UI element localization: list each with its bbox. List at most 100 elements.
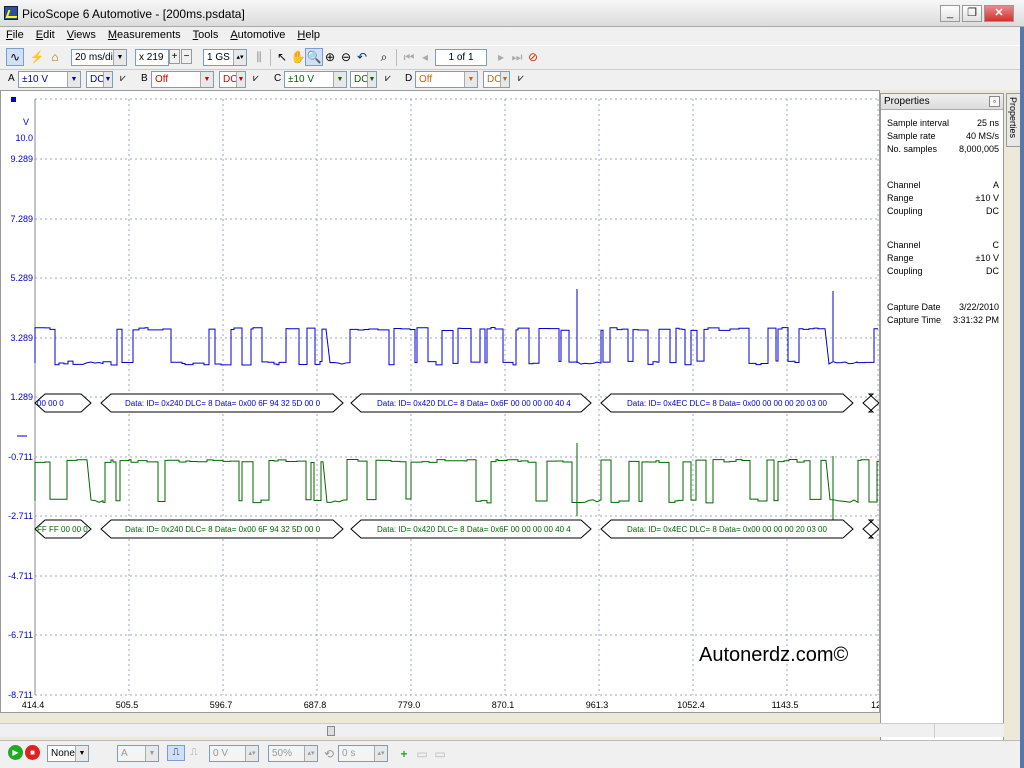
- menu-help[interactable]: Help: [291, 27, 326, 43]
- zoom-plus-button[interactable]: +: [169, 49, 180, 64]
- x-tick-label: 12: [871, 700, 879, 710]
- property-row: Capture Date 3/22/2010: [887, 302, 999, 314]
- undo-zoom-icon[interactable]: ↶: [353, 48, 371, 66]
- property-row: Coupling DC: [887, 206, 999, 218]
- channel-d-options-icon[interactable]: ⩗: [512, 71, 530, 87]
- x-tick-label: 961.3: [586, 700, 609, 710]
- y-tick-label: 10.0: [15, 133, 33, 143]
- channel-a-label: A: [8, 73, 15, 84]
- auto-setup-icon[interactable]: ⚡: [28, 48, 46, 66]
- property-key: Capture Date: [887, 302, 941, 312]
- pretrigger-field[interactable]: 50% ▴▾: [268, 745, 318, 762]
- trigger-channel-select[interactable]: A ▼: [117, 745, 159, 762]
- channel-b-options-icon[interactable]: ⩗: [247, 71, 265, 87]
- decode-packet-text: Data: ID= 0x420 DLC= 8 Data= 0x6F 00 00 …: [377, 399, 571, 408]
- channel-a-options-icon[interactable]: ⩗: [114, 71, 132, 87]
- rising-edge-icon[interactable]: ⎍: [167, 745, 185, 761]
- x-tick-label: 1052.4: [677, 700, 705, 710]
- home-icon[interactable]: ⌂: [46, 48, 64, 66]
- menu-measurements[interactable]: Measurements: [102, 27, 187, 43]
- property-key: Coupling: [887, 206, 923, 216]
- channel-b-coupling[interactable]: DC ▼: [219, 71, 246, 88]
- zoom-overview-icon[interactable]: ⌕: [375, 48, 393, 66]
- decode-packet-text: FF FF 00 00 0: [37, 525, 88, 534]
- properties-side-tab[interactable]: Properties: [1006, 93, 1021, 147]
- channel-c-options-icon[interactable]: ⩗: [379, 71, 397, 87]
- channel-b-range[interactable]: Off ▼: [151, 71, 214, 88]
- menu-edit[interactable]: Edit: [30, 27, 61, 43]
- property-key: Sample interval: [887, 118, 950, 128]
- restore-button[interactable]: ❐: [962, 5, 982, 22]
- channel-a-coupling[interactable]: DC ▼: [86, 71, 113, 88]
- delete-measurement-icon[interactable]: ▭: [431, 745, 449, 761]
- close-button[interactable]: ✕: [984, 5, 1014, 22]
- samples-select[interactable]: 1 GS ▴▾: [203, 49, 247, 66]
- channel-d-coupling[interactable]: DC ▼: [483, 71, 510, 88]
- properties-header: Properties ▫: [881, 94, 1003, 110]
- add-measurement-icon[interactable]: +: [395, 745, 413, 761]
- menu-views[interactable]: Views: [61, 27, 102, 43]
- property-value: 25 ns: [976, 118, 999, 128]
- property-key: Capture Time: [887, 315, 942, 325]
- minimize-button[interactable]: _: [940, 5, 960, 22]
- decode-packet-text: Data: ID= 0x420 DLC= 8 Data= 0x6F 00 00 …: [377, 525, 571, 534]
- menu-tools[interactable]: Tools: [187, 27, 225, 43]
- channel-d-range[interactable]: Off ▼: [415, 71, 478, 88]
- buffer-page-field[interactable]: 1 of 1: [435, 49, 487, 66]
- stop-icon[interactable]: ■: [25, 745, 40, 760]
- edit-measurement-icon[interactable]: ▭: [413, 745, 431, 761]
- trigger-mode-select[interactable]: None ▼: [47, 745, 89, 762]
- scope-view[interactable]: 00 00 0 Data: ID= 0x240 DLC= 8 Data= 0x00…: [0, 90, 880, 713]
- x-tick-label: 505.5: [116, 700, 139, 710]
- falling-edge-icon[interactable]: ⎍: [185, 745, 203, 761]
- signal-generator-icon[interactable]: ⫼: [250, 48, 268, 66]
- scope-plot: 00 00 0 Data: ID= 0x240 DLC= 8 Data= 0x00…: [8, 97, 879, 710]
- timebase-select[interactable]: 20 ms/div ▼: [71, 49, 127, 66]
- decode-packet-text: Data: ID= 0x4EC DLC= 8 Data= 0x00 00 00 …: [627, 399, 827, 408]
- zoom-minus-button[interactable]: −: [181, 49, 192, 64]
- channel-c-label: C: [274, 73, 282, 84]
- property-key: Range: [887, 193, 914, 203]
- property-value: ±10 V: [975, 253, 999, 263]
- scrollbar-thumb[interactable]: [327, 726, 335, 736]
- channel-c-range[interactable]: ±10 V ▼: [284, 71, 347, 88]
- property-row: Range ±10 V: [887, 253, 999, 265]
- property-row: Capture Time 3:31:32 PM: [887, 315, 999, 327]
- prev-buffer-icon[interactable]: ◂: [416, 48, 434, 66]
- x-tick-label: 870.1: [492, 700, 515, 710]
- property-key: Channel: [887, 180, 921, 190]
- channel-b-label: B: [141, 73, 148, 84]
- horizontal-scrollbar[interactable]: [0, 723, 1004, 738]
- property-value: DC: [986, 266, 999, 276]
- properties-panel: Properties ▫ Sample interval 25 ns Sample …: [880, 93, 1004, 741]
- delay-field[interactable]: 0 s ▴▾: [338, 745, 388, 762]
- app-icon: [4, 6, 18, 20]
- property-value: 8,000,005: [958, 144, 999, 154]
- y-unit-label: V: [23, 117, 29, 127]
- property-row: No. samples 8,000,005: [887, 144, 999, 156]
- channel-c-trace: [34, 459, 879, 504]
- property-key: No. samples: [887, 144, 938, 154]
- property-key: Channel: [887, 240, 921, 250]
- channel-a-marker: [11, 97, 16, 102]
- menu-file[interactable]: File: [0, 27, 30, 43]
- buffer-navigator-icon[interactable]: ⊘: [524, 48, 542, 66]
- zoom-field[interactable]: x 219: [135, 49, 169, 66]
- property-row: Sample interval 25 ns: [887, 118, 999, 130]
- pin-icon[interactable]: ▫: [989, 96, 1000, 107]
- channel-c-coupling[interactable]: DC ▼: [350, 71, 377, 88]
- threshold-field[interactable]: 0 V ▴▾: [209, 745, 259, 762]
- property-row: Channel C: [887, 240, 999, 252]
- property-value: 3:31:32 PM: [952, 315, 999, 325]
- app-window: PicoScope 6 Automotive - [200ms.psdata] …: [0, 0, 1024, 768]
- scope-mode-icon[interactable]: ∿: [6, 48, 24, 66]
- delay-icon[interactable]: ⟲: [320, 745, 338, 761]
- decode-packet-text: 00 00 0: [37, 399, 64, 408]
- menu-automotive[interactable]: Automotive: [224, 27, 291, 43]
- scrollbar-right-section[interactable]: [934, 724, 1004, 738]
- y-tick-label: -2.711: [8, 511, 33, 521]
- start-icon[interactable]: ▶: [8, 745, 23, 760]
- y-tick-label: 3.289: [10, 333, 33, 343]
- property-value: A: [992, 180, 999, 190]
- channel-a-range[interactable]: ±10 V ▼: [18, 71, 81, 88]
